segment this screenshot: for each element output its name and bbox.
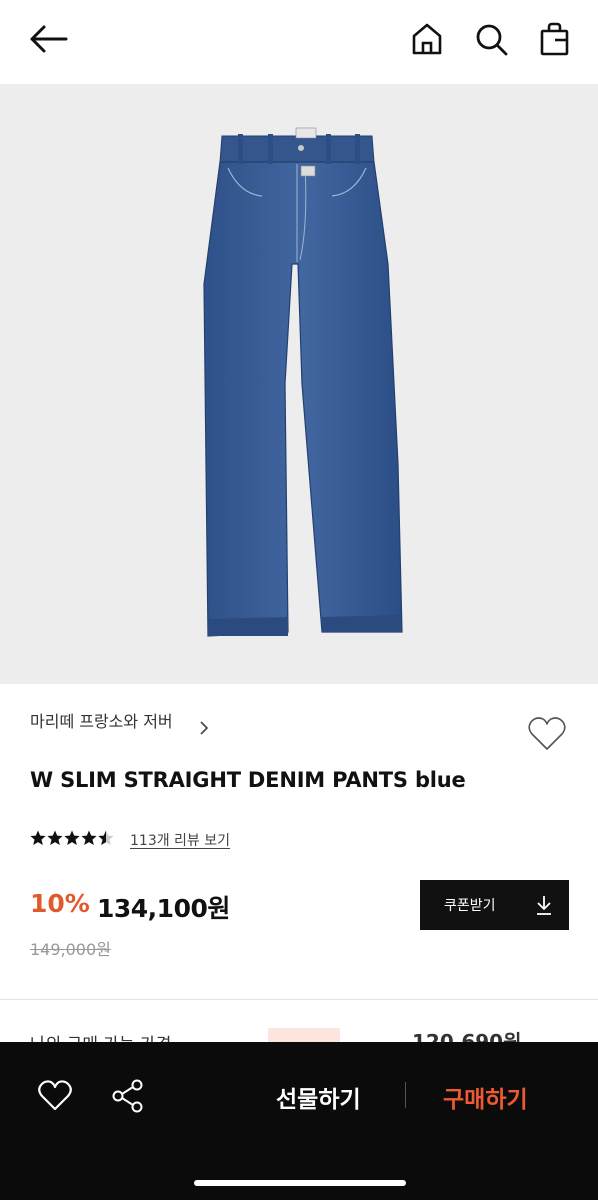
product-image[interactable]: [0, 84, 598, 684]
heart-icon: [38, 1080, 72, 1111]
my-price-row[interactable]: 나의 구매 가능 가격 120,690원: [0, 1000, 598, 1042]
sale-price: 134,100원: [97, 894, 230, 923]
shopping-bag-button[interactable]: [536, 20, 574, 58]
download-icon: [537, 896, 551, 915]
share-icon: [112, 1079, 143, 1113]
star-icon: [30, 830, 114, 845]
review-link[interactable]: 113개 리뷰 보기: [130, 830, 230, 850]
brand-link[interactable]: 마리떼 프랑소와 저버: [30, 708, 173, 732]
gift-button[interactable]: 선물하기: [276, 1080, 361, 1114]
my-price-label: 나의 구매 가능 가격: [30, 1030, 171, 1042]
arrow-left-icon: [30, 25, 68, 53]
home-indicator: [194, 1180, 406, 1186]
share-button[interactable]: [110, 1078, 146, 1114]
product-info-section: 마리떼 프랑소와 저버 W SLIM STRAIGHT DENIM PANTS …: [0, 684, 598, 1000]
search-button[interactable]: [472, 20, 510, 58]
my-price-value: 120,690원: [412, 1030, 522, 1042]
wishlist-button[interactable]: [526, 714, 568, 754]
buy-button[interactable]: 구매하기: [443, 1080, 528, 1114]
coupon-label: 쿠폰받기: [444, 898, 496, 914]
home-icon: [412, 23, 442, 55]
price-tag-badge: [268, 1028, 340, 1042]
chevron-right-icon: [200, 721, 209, 735]
back-button[interactable]: [26, 22, 70, 56]
top-navigation-bar: [0, 0, 598, 84]
jeans-illustration: [203, 127, 403, 637]
search-icon: [476, 24, 508, 56]
home-button[interactable]: [408, 20, 446, 58]
coupon-download-button[interactable]: 쿠폰받기: [420, 880, 569, 930]
heart-outline-icon: [528, 717, 566, 750]
product-title: W SLIM STRAIGHT DENIM PANTS blue: [30, 768, 466, 792]
bar-divider: [405, 1082, 406, 1108]
rating-stars: [30, 830, 114, 846]
original-price: 149,000원: [30, 940, 111, 959]
bottom-action-bar: 선물하기 구매하기: [0, 1042, 598, 1200]
shopping-bag-icon: [540, 22, 569, 56]
like-button[interactable]: [36, 1078, 74, 1114]
discount-rate: 10%: [30, 889, 90, 918]
